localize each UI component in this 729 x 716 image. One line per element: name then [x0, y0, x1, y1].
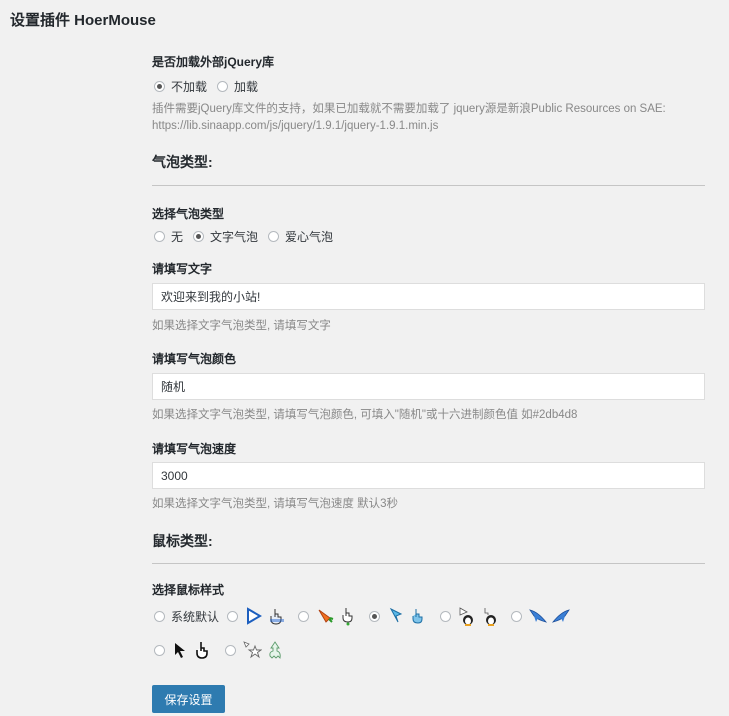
- bubble-text-description: 如果选择文字气泡类型, 请填写文字: [152, 320, 331, 332]
- jquery-load-label: 加载: [234, 80, 259, 94]
- black-hand-cursor-icon: [196, 642, 208, 659]
- mouse-section-divider: [152, 563, 705, 564]
- bubble-color-label: 请填写气泡颜色: [152, 352, 237, 366]
- cursor-option-7-radio[interactable]: [225, 644, 236, 656]
- carrot-cursor-icon: [318, 609, 334, 623]
- triangle-cursor-icon: [247, 607, 263, 625]
- cursor-option-2-radio[interactable]: [298, 610, 310, 622]
- penguin-hand-cursor-icon: [484, 608, 497, 626]
- cursor-option-default[interactable]: 系统默认: [154, 608, 219, 625]
- green-hand-cursor-icon: [342, 608, 353, 626]
- jquery-no-load-label: 不加载: [171, 80, 208, 94]
- cursor-option-4[interactable]: [440, 606, 503, 626]
- jquery-label: 是否加载外部jQuery库: [152, 55, 275, 69]
- jquery-description-line2: https://lib.sinaapp.com/js/jquery/1.9.1/…: [152, 120, 439, 132]
- cursor-option-4-radio[interactable]: [440, 610, 452, 622]
- bubble-speed-description: 如果选择文字气泡类型, 请填写气泡速度 默认3秒: [152, 498, 398, 510]
- shark-arrow-cursor-icon: [529, 609, 548, 623]
- save-settings-button[interactable]: 保存设置: [152, 685, 225, 713]
- cursor-option-6-radio[interactable]: [154, 644, 165, 656]
- star-arrow-cursor-icon: [243, 641, 262, 659]
- bubble-text-input[interactable]: 欢迎来到我的小站!: [152, 283, 705, 310]
- cursor-option-5-radio[interactable]: [511, 610, 523, 622]
- cursor-option-3[interactable]: [369, 606, 432, 626]
- bubble-type-radio-group: 无 文字气泡 爱心气泡: [154, 228, 343, 245]
- bubble-heart-radio[interactable]: [268, 231, 280, 242]
- black-arrow-cursor-icon: [175, 643, 185, 658]
- ghost-cursor-icon: [269, 641, 281, 659]
- bubble-section-divider: [152, 185, 705, 186]
- bubble-color-input[interactable]: 随机: [152, 373, 705, 400]
- jquery-no-load-radio[interactable]: [154, 81, 165, 92]
- jquery-radio-group: 不加载 加载: [154, 78, 268, 95]
- bubble-speed-input[interactable]: 3000: [152, 462, 705, 489]
- blue-arrow-cursor-icon: [389, 607, 403, 623]
- cursor-default-radio[interactable]: [154, 610, 165, 622]
- bubble-none-label: 无: [171, 230, 184, 244]
- cursor-options-row-2: [154, 640, 296, 660]
- bubble-text-label: 文字气泡: [210, 230, 259, 244]
- bubble-type-label: 选择气泡类型: [152, 207, 225, 221]
- bubble-text-radio[interactable]: [193, 231, 205, 242]
- bubble-speed-label: 请填写气泡速度: [152, 442, 237, 456]
- hand-cursor-icon: [270, 609, 285, 625]
- bubble-heart-label: 爱心气泡: [285, 230, 334, 244]
- cursor-option-3-radio[interactable]: [369, 610, 381, 622]
- bubble-none-radio[interactable]: [154, 231, 165, 242]
- mouse-style-label: 选择鼠标样式: [152, 583, 225, 597]
- jquery-description-line1: 插件需要jQuery库文件的支持，如果已加载就不需要加载了 jquery源是新浪…: [152, 103, 666, 115]
- bubble-text-field-label: 请填写文字: [152, 262, 213, 276]
- cursor-option-6[interactable]: [154, 640, 217, 660]
- jquery-description: 插件需要jQuery库文件的支持，如果已加载就不需要加载了 jquery源是新浪…: [152, 101, 666, 135]
- cursor-default-label: 系统默认: [171, 609, 220, 624]
- bubble-color-description: 如果选择文字气泡类型, 请填写气泡颜色, 可填入"随机"或十六进制颜色值 如#2…: [152, 409, 578, 421]
- bubble-section-title: 气泡类型:: [152, 154, 213, 170]
- shark-hand-cursor-icon: [551, 609, 570, 623]
- cursor-option-7[interactable]: [225, 640, 288, 660]
- blue-hand-cursor-icon: [412, 609, 423, 624]
- jquery-load-radio[interactable]: [217, 81, 229, 92]
- page-title: 设置插件 HoerMouse: [10, 12, 156, 29]
- cursor-option-1[interactable]: [227, 606, 290, 626]
- cursor-option-1-radio[interactable]: [227, 610, 239, 622]
- cursor-options-row-1: 系统默认: [154, 606, 582, 626]
- mouse-section-title: 鼠标类型:: [152, 533, 213, 549]
- cursor-option-2[interactable]: [298, 606, 361, 626]
- cursor-option-5[interactable]: [511, 606, 574, 626]
- penguin-arrow-cursor-icon: [459, 607, 474, 626]
